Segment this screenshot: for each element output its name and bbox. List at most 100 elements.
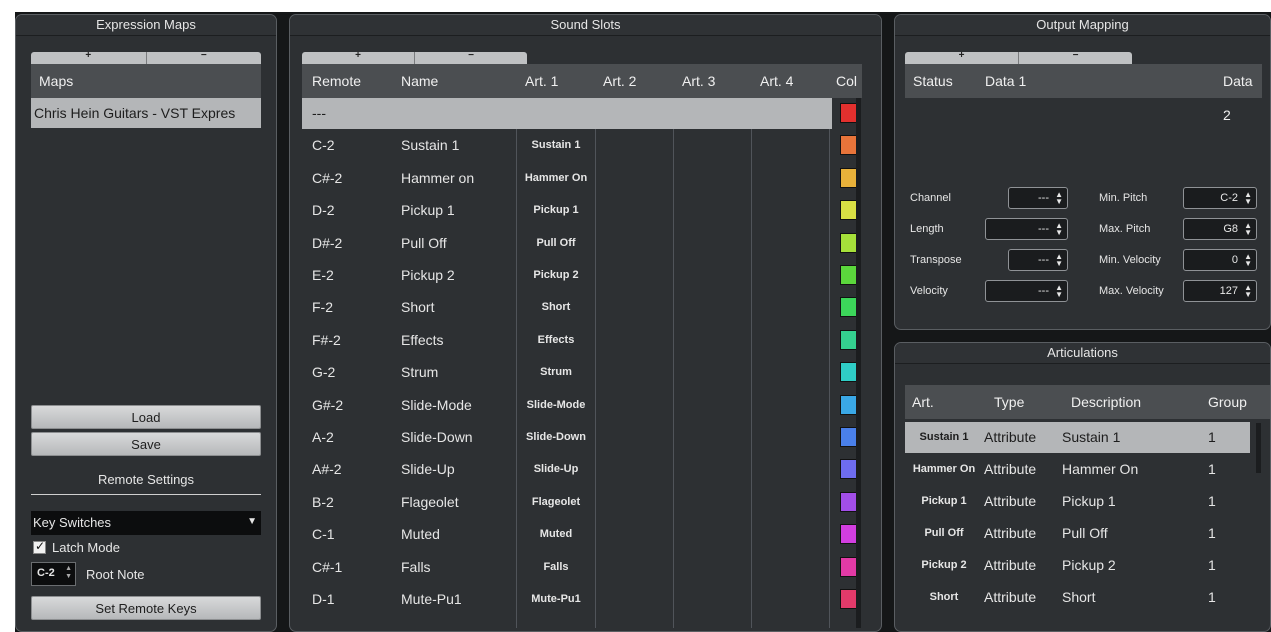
max-velocity-spinbox[interactable]: 127 ▲ ▼ [1183,280,1257,302]
articulation-type[interactable]: Attribute [984,518,1062,549]
sound-slot-row[interactable]: A-2 Slide-Down Slide-Down [302,422,832,453]
slot-art1[interactable]: Sustain 1 [517,130,595,161]
slot-art1[interactable]: Slide-Up [517,454,595,485]
slot-name[interactable]: Pull Off [401,228,513,259]
articulation-type[interactable]: Attribute [984,550,1062,581]
remove-map-button[interactable]: − [147,51,262,64]
set-remote-keys-button[interactable]: Set Remote Keys [31,596,261,620]
articulation-description[interactable]: Pickup 1 [1062,486,1202,517]
sound-slot-row[interactable]: --- [302,98,832,130]
latch-mode-checkbox[interactable]: ✓ [33,539,46,554]
channel-spinbox[interactable]: --- ▲ ▼ [1008,187,1068,209]
root-note-spinbox[interactable]: C-2 ▲ ▼ [31,562,76,586]
slot-remote[interactable]: E-2 [312,260,392,291]
slot-art1[interactable]: Slide-Mode [517,390,595,421]
slot-art1[interactable]: Pull Off [517,228,595,259]
slot-name[interactable]: Hammer on [401,163,513,194]
sound-slot-row[interactable]: C-1 Muted Muted [302,519,832,550]
col-status[interactable]: Status [913,64,953,98]
map-item[interactable]: Chris Hein Guitars - VST Expres [31,98,261,128]
articulation-group[interactable]: 1 [1208,454,1248,485]
articulation-group[interactable]: 1 [1208,582,1248,613]
slot-remote[interactable]: C-2 [312,130,392,161]
sound-slot-row[interactable]: G-2 Strum Strum [302,357,832,388]
col-art4[interactable]: Art. 4 [760,64,793,98]
articulations-scrollbar[interactable] [1256,423,1261,473]
articulation-description[interactable]: Short [1062,582,1202,613]
articulation-type[interactable]: Attribute [984,486,1062,517]
slot-remote[interactable]: G#-2 [312,390,392,421]
slot-remote[interactable]: D-1 [312,584,392,615]
slot-name[interactable]: Pickup 1 [401,195,513,226]
slot-name[interactable]: Short [401,292,513,323]
sound-slot-row[interactable]: F-2 Short Short [302,292,832,323]
sound-slot-row[interactable]: D-1 Mute-Pu1 Mute-Pu1 [302,584,832,615]
length-spinbox[interactable]: --- ▲ ▼ [985,218,1068,240]
sound-slot-row[interactable]: G#-2 Slide-Mode Slide-Mode [302,390,832,421]
col-data1[interactable]: Data 1 [985,64,1026,98]
sound-slot-row[interactable]: A#-2 Slide-Up Slide-Up [302,454,832,485]
articulation-row[interactable]: Sustain 1 Attribute Sustain 11 [905,422,1250,453]
articulation-description[interactable]: Sustain 1 [1062,422,1202,453]
slot-remote[interactable]: C#-1 [312,552,392,583]
articulation-type[interactable]: Attribute [984,582,1062,613]
slot-name[interactable]: Flageolet [401,487,513,518]
slot-remote[interactable]: F#-2 [312,325,392,356]
articulation-description[interactable]: Pull Off [1062,518,1202,549]
slot-remote[interactable]: D#-2 [312,228,392,259]
sound-slot-row[interactable]: C#-2 Hammer on Hammer On [302,163,832,194]
sound-slot-row[interactable]: F#-2 Effects Effects [302,325,832,356]
slot-remote[interactable]: C-1 [312,519,392,550]
articulation-art[interactable]: Sustain 1 [905,422,983,453]
articulation-description[interactable]: Hammer On [1062,454,1202,485]
sound-slot-row[interactable]: E-2 Pickup 2 Pickup 2 [302,260,832,291]
transpose-spinbox[interactable]: --- ▲ ▼ [1008,249,1068,271]
articulation-row[interactable]: Hammer On Attribute Hammer On 1 [905,454,1250,485]
slot-name[interactable]: Mute-Pu1 [401,584,513,615]
articulation-art[interactable]: Pickup 1 [905,486,983,517]
col-name[interactable]: Name [401,64,438,98]
save-button[interactable]: Save [31,432,261,456]
add-output-button[interactable]: + [905,51,1019,64]
col-data2[interactable]: Data 2 [1223,64,1262,132]
slot-remote[interactable]: C#-2 [312,163,392,194]
slot-art1[interactable]: Pickup 2 [517,260,595,291]
max-pitch-spinbox[interactable]: G8 ▲ ▼ [1183,218,1257,240]
articulation-row[interactable]: Pickup 1 Attribute Pickup 11 [905,486,1250,517]
articulation-row[interactable]: Short Attribute Short 1 [905,582,1250,613]
slot-remote[interactable]: A-2 [312,422,392,453]
slot-art1[interactable]: Pickup 1 [517,195,595,226]
col-type[interactable]: Type [994,385,1024,419]
slot-name[interactable]: Muted [401,519,513,550]
slot-art1[interactable]: Effects [517,325,595,356]
col-group[interactable]: Group [1208,385,1247,419]
articulation-group[interactable]: 1 [1208,550,1248,581]
slots-scrollbar[interactable] [856,98,861,628]
articulation-type[interactable]: Attribute [984,454,1062,485]
slot-name[interactable]: Sustain 1 [401,130,513,161]
articulation-art[interactable]: Hammer On [905,454,983,485]
slot-art1[interactable]: Strum [517,357,595,388]
maps-header[interactable]: Maps [31,64,261,98]
remote-mode-dropdown[interactable]: Key Switches ▼ [31,511,261,535]
slot-name[interactable]: Slide-Up [401,454,513,485]
slot-art1[interactable]: Muted [517,519,595,550]
slot-art1[interactable]: Flageolet [517,487,595,518]
min-pitch-spinbox[interactable]: C-2 ▲ ▼ [1183,187,1257,209]
col-art2[interactable]: Art. 2 [603,64,636,98]
slot-remote[interactable]: A#-2 [312,454,392,485]
articulation-group[interactable]: 1 [1208,486,1248,517]
slot-name[interactable]: Falls [401,552,513,583]
articulation-art[interactable]: Pickup 2 [905,550,983,581]
col-art[interactable]: Art. [912,385,934,419]
slot-name[interactable]: Slide-Mode [401,390,513,421]
articulation-art[interactable]: Pull Off [905,518,983,549]
col-art1[interactable]: Art. 1 [525,64,558,98]
add-slot-button[interactable]: + [302,51,415,64]
sound-slot-row[interactable]: C-2 Sustain 1 Sustain 1 [302,130,832,161]
articulation-row[interactable]: Pull Off Attribute Pull Off 1 [905,518,1250,549]
slot-name[interactable]: Effects [401,325,513,356]
sound-slot-row[interactable]: B-2 Flageolet Flageolet [302,487,832,518]
slot-name[interactable]: Pickup 2 [401,260,513,291]
remove-slot-button[interactable]: − [415,51,527,64]
